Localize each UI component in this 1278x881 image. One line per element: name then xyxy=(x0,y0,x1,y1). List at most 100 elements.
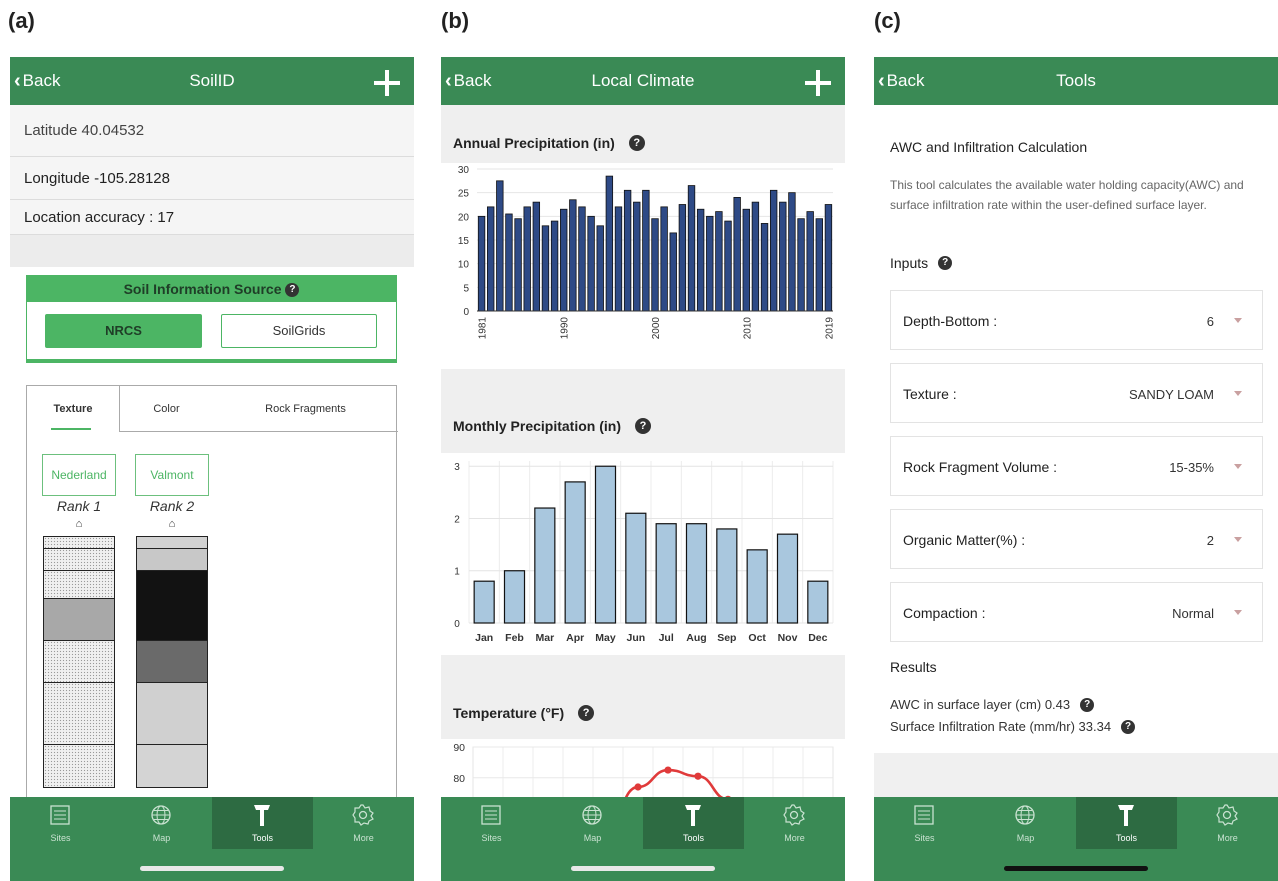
bar xyxy=(716,528,738,624)
x-tick-label: 2010 xyxy=(742,317,753,340)
help-icon[interactable]: ? xyxy=(1121,719,1136,734)
soil-profile-tabs: Texture Color Rock Fragments Nederland R… xyxy=(26,385,398,855)
tab-sites[interactable]: Sites xyxy=(441,797,542,849)
bar xyxy=(594,465,617,624)
chart-title: Monthly Precipitation (in) xyxy=(453,418,621,434)
help-icon[interactable]: ? xyxy=(938,256,953,270)
help-icon[interactable]: ? xyxy=(635,418,651,434)
field-value: 15-35% xyxy=(1169,460,1214,475)
bar xyxy=(605,175,614,312)
x-tick-label: Mar xyxy=(535,632,554,644)
tab-more[interactable]: More xyxy=(744,797,845,849)
bar xyxy=(569,199,577,312)
home-indicator xyxy=(571,866,715,871)
x-tick-label: Jan xyxy=(475,632,493,644)
help-icon[interactable]: ? xyxy=(578,705,595,721)
y-tick-label: 80 xyxy=(453,773,465,785)
bar xyxy=(625,512,647,624)
soil-name-valmont[interactable]: Valmont xyxy=(135,454,209,496)
page-title: Local Climate xyxy=(591,71,695,90)
bar xyxy=(587,215,595,312)
help-icon[interactable]: ? xyxy=(628,135,645,151)
bar xyxy=(769,189,778,312)
tab-more[interactable]: More xyxy=(313,797,414,849)
tab-sites[interactable]: Sites xyxy=(874,797,975,849)
latitude-row: Latitude 40.04532 xyxy=(10,105,414,157)
bar xyxy=(514,218,522,312)
list-icon xyxy=(50,805,70,825)
tab-tools[interactable]: Tools xyxy=(1076,797,1177,849)
bar xyxy=(733,197,741,312)
data-point xyxy=(694,772,702,780)
organic-matter-select[interactable]: Organic Matter(%) : 2 xyxy=(890,509,1263,569)
tab-more[interactable]: More xyxy=(1177,797,1278,849)
tab-color[interactable]: Color xyxy=(120,386,213,432)
x-tick-label: 1981 xyxy=(478,317,489,340)
soil-column-rank-1[interactable] xyxy=(43,536,115,788)
bar xyxy=(633,201,641,312)
tool-description: This tool calculates the available water… xyxy=(890,178,1244,212)
tool-heading: AWC and Infiltration Calculation xyxy=(890,139,1088,155)
tab-sites[interactable]: Sites xyxy=(10,797,111,849)
y-tick-label: 20 xyxy=(458,212,470,223)
bar xyxy=(596,225,604,312)
compaction-select[interactable]: Compaction : Normal xyxy=(890,582,1263,642)
bar xyxy=(560,208,568,312)
globe-icon xyxy=(582,805,602,825)
chart-title: Annual Precipitation (in) xyxy=(453,135,615,151)
nrcs-button[interactable]: NRCS xyxy=(45,314,202,348)
tab-tools[interactable]: Tools xyxy=(212,797,313,849)
rock-fragment-volume-select[interactable]: Rock Fragment Volume : 15-35% xyxy=(890,436,1263,496)
tab-map[interactable]: Map xyxy=(542,797,643,849)
tab-map[interactable]: Map xyxy=(111,797,212,849)
data-point xyxy=(664,766,672,774)
field-label: Compaction : xyxy=(903,605,986,621)
soil-layer xyxy=(44,599,114,641)
soil-layer xyxy=(137,537,207,549)
local-climate-screen: ‹ Back Local Climate Annual Precipitatio… xyxy=(441,57,845,881)
globe-icon xyxy=(1015,805,1035,825)
soil-column-rank-2[interactable] xyxy=(136,536,208,788)
bar xyxy=(642,189,650,312)
depth-bottom-select[interactable]: Depth-Bottom : 6 xyxy=(890,290,1263,350)
rank-label: Rank 1 xyxy=(56,498,102,514)
globe-icon xyxy=(151,805,171,825)
add-icon[interactable] xyxy=(803,61,833,97)
tab-map[interactable]: Map xyxy=(975,797,1076,849)
bar xyxy=(660,206,668,312)
tab-texture[interactable]: Texture xyxy=(27,386,120,432)
help-icon[interactable]: ? xyxy=(1080,697,1095,712)
infiltration-result: Surface Infiltration Rate (mm/hr) 33.34 … xyxy=(890,719,1136,734)
tab-label: More xyxy=(353,833,374,843)
page-title: Tools xyxy=(1056,71,1096,90)
longitude-row: Longitude -105.28128 xyxy=(10,157,414,200)
help-icon[interactable]: ? xyxy=(285,283,300,298)
tools-screen: ‹ Back Tools AWC and Infiltration Calcul… xyxy=(874,57,1278,881)
x-tick-label: Aug xyxy=(686,632,706,644)
bar xyxy=(715,211,723,312)
y-tick-label: 2 xyxy=(454,514,460,525)
home-indicator xyxy=(1004,866,1148,871)
navbar: ‹ Back Tools xyxy=(874,57,1278,105)
soil-name-nederland[interactable]: Nederland xyxy=(42,454,116,496)
soil-layer xyxy=(44,571,114,599)
field-label: Texture : xyxy=(903,386,957,402)
x-tick-label: Jul xyxy=(659,632,674,644)
y-tick-label: 3 xyxy=(454,462,460,473)
y-tick-label: 90 xyxy=(453,742,465,754)
x-tick-label: Apr xyxy=(566,632,584,644)
tab-rock-fragments[interactable]: Rock Fragments xyxy=(213,386,398,432)
field-label: Organic Matter(%) : xyxy=(903,532,1026,548)
home-icon: ⌂ xyxy=(75,518,83,530)
texture-select[interactable]: Texture : SANDY LOAM xyxy=(890,363,1263,423)
tab-label: More xyxy=(784,833,805,843)
soil-layer xyxy=(137,571,207,641)
tab-tools[interactable]: Tools xyxy=(643,797,744,849)
tab-label: Tools xyxy=(1115,833,1137,843)
soilgrids-button[interactable]: SoilGrids xyxy=(221,314,377,348)
page-title: SoilID xyxy=(189,71,235,90)
x-tick-label: Feb xyxy=(505,632,524,644)
soil-source-selector: Soil Information Source ? NRCS SoilGrids xyxy=(26,275,397,363)
add-icon[interactable] xyxy=(372,61,402,97)
bar xyxy=(806,211,814,312)
